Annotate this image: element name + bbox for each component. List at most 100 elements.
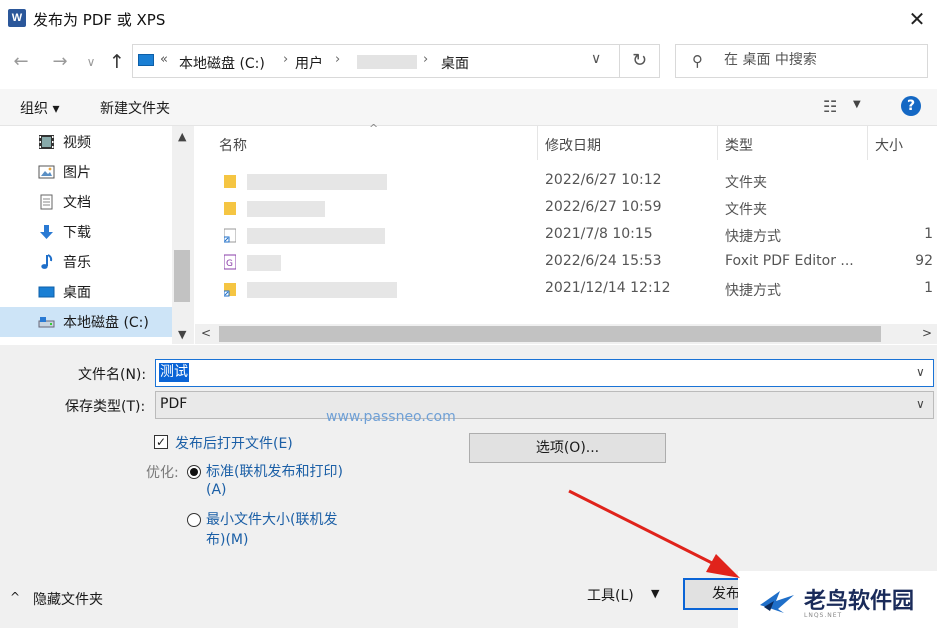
options-button[interactable]: 选项(O)... (469, 433, 666, 463)
minimum-size-radio-label[interactable]: 最小文件大小(联机发 (206, 509, 337, 529)
minimum-size-radio-label-cont[interactable]: 布)(M) (206, 529, 248, 549)
scroll-down-icon[interactable]: ▼ (178, 328, 186, 341)
standard-radio-label[interactable]: 标准(联机发布和打印) (206, 461, 343, 481)
double-chevron-icon[interactable]: « (160, 52, 168, 67)
hide-folders-button[interactable]: 隐藏文件夹 (33, 589, 103, 609)
nav-item-music[interactable]: 音乐 (0, 247, 172, 277)
file-date: 2021/12/14 12:12 (545, 280, 671, 296)
file-row[interactable]: G 2022/6/24 15:53 Foxit PDF Editor ... 9… (195, 249, 937, 276)
breadcrumb-desktop[interactable]: 桌面 (441, 53, 469, 73)
nav-item-videos[interactable]: 视频 (0, 127, 172, 157)
organize-button[interactable]: 组织 ▾ (20, 98, 59, 118)
redacted-file-name (247, 282, 397, 298)
folder-icon (224, 175, 236, 188)
scroll-up-icon[interactable]: ▲ (178, 130, 186, 143)
file-type: Foxit PDF Editor ... (725, 253, 854, 269)
refresh-icon[interactable]: ↻ (620, 44, 660, 78)
navigation-pane: 视频 图片 文档 下载 音乐 桌面 本地磁盘 (C:) (0, 126, 194, 344)
minimum-size-radio[interactable] (187, 513, 201, 527)
file-date: 2021/7/8 10:15 (545, 226, 653, 242)
nav-item-label: 视频 (63, 135, 91, 151)
tools-button[interactable]: 工具(L) (587, 585, 634, 605)
breadcrumb-separator-icon[interactable]: › (335, 52, 340, 67)
redacted-file-name (247, 228, 385, 244)
command-toolbar: 组织 ▾ 新建文件夹 ☷ ▼ (0, 89, 937, 126)
nav-scrollbar[interactable] (172, 126, 194, 344)
column-separator[interactable] (537, 126, 538, 160)
file-row[interactable]: 2021/12/14 12:12 快捷方式 1 (195, 276, 937, 303)
help-icon[interactable]: ? (901, 96, 921, 116)
column-separator[interactable] (867, 126, 868, 160)
nav-item-desktop[interactable]: 桌面 (0, 277, 172, 307)
file-size: 1 (924, 226, 933, 242)
file-type: 快捷方式 (725, 283, 781, 299)
chevron-down-icon[interactable]: ∨ (916, 365, 925, 379)
file-row[interactable]: 2022/6/27 10:59 文件夹 (195, 195, 937, 222)
nav-item-documents[interactable]: 文档 (0, 187, 172, 217)
column-header-name[interactable]: 名称 (219, 135, 247, 155)
scroll-left-icon[interactable]: < (201, 326, 211, 340)
nav-item-label: 下载 (63, 225, 91, 241)
save-type-label: 保存类型(T): (65, 399, 146, 415)
search-box[interactable]: ⚲ (675, 44, 928, 78)
view-options-icon[interactable]: ☷ (823, 97, 837, 116)
shortcut-icon (224, 283, 236, 297)
picture-icon (38, 165, 55, 179)
open-after-publish-checkbox[interactable]: ✓ (154, 435, 168, 449)
chevron-down-icon[interactable]: ∨ (916, 397, 925, 411)
shortcut-icon (224, 228, 236, 243)
redacted-file-name (247, 174, 387, 190)
tools-dropdown-icon[interactable]: ▼ (651, 587, 659, 600)
chevron-up-icon[interactable]: ^ (10, 590, 20, 604)
nav-item-local-disk[interactable]: 本地磁盘 (C:) (0, 307, 172, 337)
scroll-right-icon[interactable]: > (922, 326, 932, 340)
bird-logo-icon (760, 591, 794, 613)
forward-arrow-icon[interactable]: → (47, 48, 73, 76)
column-header-date[interactable]: 修改日期 (545, 135, 601, 155)
nav-item-label: 本地磁盘 (C:) (63, 315, 149, 331)
nav-item-pictures[interactable]: 图片 (0, 157, 172, 187)
breadcrumb-drive[interactable]: 本地磁盘 (C:) (179, 53, 265, 73)
breadcrumb-redacted-username[interactable] (357, 55, 417, 69)
file-type: 文件夹 (725, 175, 767, 191)
recent-locations-chevron-icon[interactable]: ∨ (82, 48, 100, 76)
filename-label: 文件名(N): (78, 367, 147, 383)
breadcrumb-separator-icon[interactable]: › (423, 52, 428, 67)
address-bar[interactable]: « 本地磁盘 (C:) › 用户 › › 桌面 ∨ (132, 44, 620, 78)
column-header-size[interactable]: 大小 (875, 135, 903, 155)
document-icon (40, 194, 53, 210)
horizontal-scroll-thumb[interactable] (219, 326, 881, 342)
search-icon: ⚲ (692, 52, 703, 70)
file-size: 92 (915, 253, 933, 269)
address-dropdown-icon[interactable]: ∨ (591, 51, 601, 67)
sort-ascending-icon: ^ (369, 122, 379, 135)
site-logo: 老鸟软件园 LNQS.NET (738, 571, 937, 628)
logo-subtext: LNQS.NET (804, 612, 843, 619)
word-app-icon: W (8, 9, 26, 27)
redacted-file-name (247, 201, 325, 217)
file-row[interactable]: 2021/7/8 10:15 快捷方式 1 (195, 222, 937, 249)
column-header-type[interactable]: 类型 (725, 135, 753, 155)
breadcrumb-users[interactable]: 用户 (295, 53, 323, 73)
new-folder-button[interactable]: 新建文件夹 (100, 98, 170, 118)
file-type: 快捷方式 (725, 229, 781, 245)
open-after-publish-label[interactable]: 发布后打开文件(E) (175, 433, 293, 453)
view-dropdown-icon[interactable]: ▼ (853, 99, 861, 110)
close-button[interactable]: ✕ (900, 4, 934, 34)
search-input[interactable] (724, 52, 919, 68)
filename-value[interactable]: 测试 (159, 363, 189, 382)
nav-scroll-thumb[interactable] (174, 250, 190, 302)
watermark-text: www.passneo.com (326, 409, 456, 425)
file-row[interactable]: 2022/6/27 10:12 文件夹 (195, 168, 937, 195)
save-type-select[interactable]: PDF ∨ (155, 391, 934, 419)
up-arrow-icon[interactable]: ↑ (104, 48, 130, 76)
horizontal-scrollbar[interactable]: < > (195, 324, 937, 344)
filename-input[interactable]: 测试 ∨ (155, 359, 934, 387)
standard-radio-accesskey[interactable]: (A) (206, 482, 227, 498)
column-separator[interactable] (717, 126, 718, 160)
music-icon (41, 254, 53, 269)
breadcrumb-separator-icon[interactable]: › (283, 52, 288, 67)
radio-selected-dot (190, 468, 198, 476)
back-arrow-icon[interactable]: ← (8, 48, 34, 76)
nav-item-downloads[interactable]: 下载 (0, 217, 172, 247)
